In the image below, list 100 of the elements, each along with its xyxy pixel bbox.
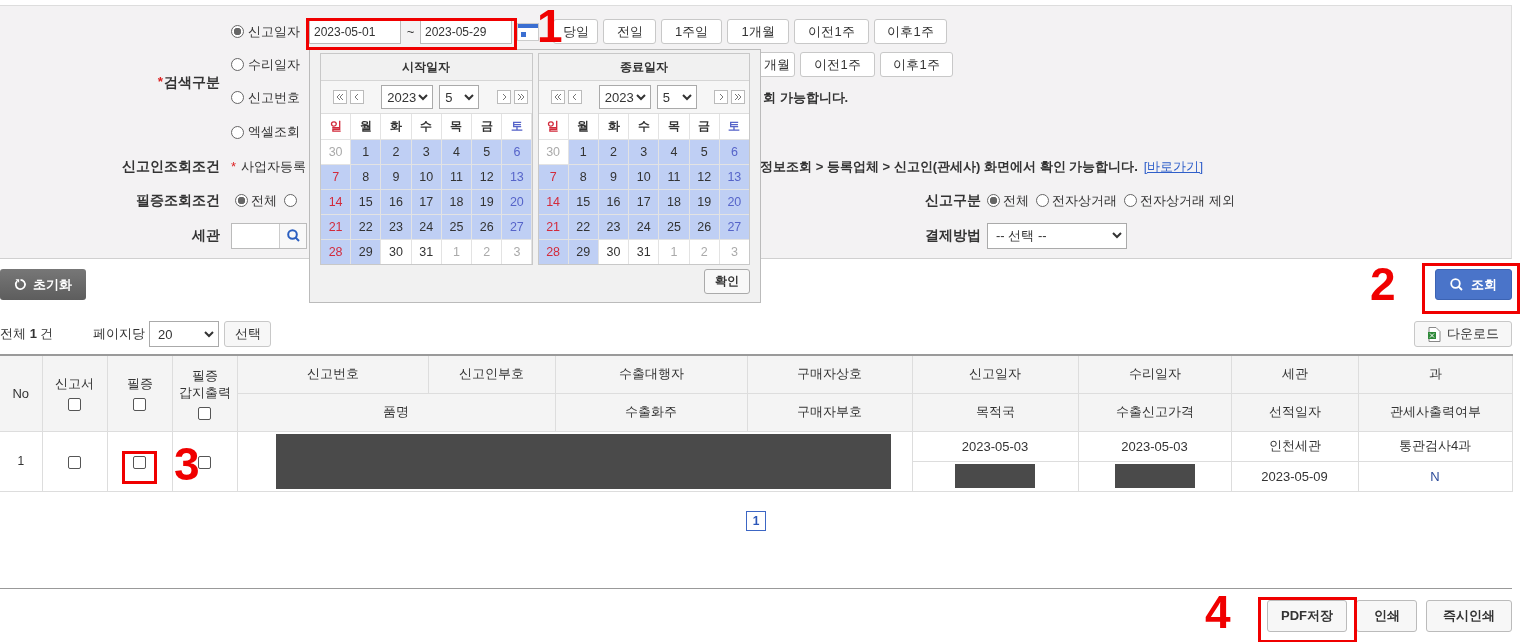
- calendar-day[interactable]: 19: [689, 190, 719, 214]
- weekday-label: 화: [381, 114, 411, 139]
- calendar-day[interactable]: 9: [598, 165, 629, 189]
- calendar-day[interactable]: 3: [629, 140, 659, 164]
- radio-button[interactable]: [284, 194, 297, 207]
- action-button[interactable]: 인쇄: [1356, 599, 1417, 632]
- calendar-day[interactable]: 17: [411, 190, 441, 214]
- radio-button[interactable]: [1124, 194, 1137, 207]
- year-select[interactable]: 2023: [381, 85, 434, 109]
- table-cell: 2023-05-09: [1231, 461, 1358, 491]
- calendar-day[interactable]: 25: [659, 215, 689, 239]
- calendar-day[interactable]: 26: [472, 215, 502, 239]
- calendar-day[interactable]: 15: [568, 190, 598, 214]
- search-button[interactable]: [279, 223, 306, 248]
- calendar-day[interactable]: 19: [472, 190, 502, 214]
- calendar-day[interactable]: 11: [441, 165, 472, 189]
- shortcut-link[interactable]: [바로가기]: [1143, 157, 1204, 176]
- date-field[interactable]: 2023-05-29: [420, 19, 512, 44]
- calendar-day[interactable]: 30: [598, 240, 629, 264]
- radio-button[interactable]: [231, 58, 244, 71]
- calendar-day[interactable]: 24: [411, 215, 441, 239]
- column-header: 신고인부호: [428, 355, 555, 393]
- calendar-day[interactable]: 3: [411, 140, 441, 164]
- calendar-day[interactable]: 1: [351, 140, 381, 164]
- calendar-day[interactable]: 15: [351, 190, 381, 214]
- calendar-day[interactable]: 12: [689, 165, 719, 189]
- calendar-day[interactable]: 16: [598, 190, 629, 214]
- calendar-day[interactable]: 10: [629, 165, 659, 189]
- calendar-day[interactable]: 31: [411, 240, 441, 264]
- checkbox[interactable]: [68, 398, 81, 412]
- column-header: 수출신고가격: [1078, 393, 1231, 431]
- month-select[interactable]: 5: [656, 85, 697, 109]
- period-button[interactable]: 이전1주: [794, 19, 869, 44]
- radio-label: 신고번호: [248, 88, 300, 107]
- calendar-day[interactable]: 23: [598, 215, 629, 239]
- period-button[interactable]: 1개월: [727, 19, 789, 44]
- checkbox[interactable]: [198, 406, 211, 420]
- checkbox[interactable]: [133, 455, 146, 469]
- calendar-day[interactable]: 26: [689, 215, 719, 239]
- search-button[interactable]: 조회: [1435, 269, 1512, 300]
- calendar-day[interactable]: 30: [381, 240, 411, 264]
- page-size-select[interactable]: 20: [149, 321, 219, 347]
- page-link[interactable]: 1: [746, 510, 766, 531]
- double-left-arrow-icon[interactable]: [333, 90, 347, 104]
- customs-field[interactable]: [231, 222, 307, 249]
- reset-button[interactable]: 초기화: [0, 269, 86, 300]
- calendar-day[interactable]: 9: [381, 165, 411, 189]
- calendar-day[interactable]: 6: [502, 140, 532, 164]
- calendar-day[interactable]: 5: [689, 140, 719, 164]
- checkbox[interactable]: [133, 398, 146, 412]
- period-button[interactable]: 이전1주: [800, 52, 875, 77]
- calendar-day[interactable]: 12: [472, 165, 502, 189]
- chevron-icon: [418, 93, 429, 101]
- download-button[interactable]: 다운로드: [1414, 321, 1512, 347]
- calendar-day[interactable]: 4: [441, 140, 472, 164]
- refresh-icon: [14, 278, 27, 291]
- calendar-day[interactable]: 18: [441, 190, 472, 214]
- calendar-day[interactable]: 23: [381, 215, 411, 239]
- calendar-day[interactable]: 24: [629, 215, 659, 239]
- radio-button[interactable]: [1036, 194, 1049, 207]
- weekday-label: 금: [472, 114, 502, 139]
- calendar-day[interactable]: 8: [351, 165, 381, 189]
- confirm-button[interactable]: 확인: [704, 269, 750, 294]
- apply-button[interactable]: 선택: [224, 321, 271, 347]
- calendar-day[interactable]: 4: [659, 140, 689, 164]
- radio-button[interactable]: [231, 125, 244, 139]
- date-field[interactable]: 2023-05-01: [309, 19, 401, 44]
- calendar-day[interactable]: 16: [381, 190, 411, 214]
- calendar-day[interactable]: 25: [441, 215, 472, 239]
- radio-button[interactable]: [987, 194, 1000, 207]
- calendar-day[interactable]: 18: [659, 190, 689, 214]
- calendar-day[interactable]: 17: [629, 190, 659, 214]
- calendar-day[interactable]: 29: [351, 240, 381, 264]
- checkbox[interactable]: [68, 455, 81, 469]
- radio-button[interactable]: [231, 25, 244, 38]
- month-select[interactable]: 5: [439, 85, 480, 109]
- calendar-day[interactable]: 5: [472, 140, 502, 164]
- period-button[interactable]: 이후1주: [874, 19, 947, 44]
- checkbox[interactable]: [198, 455, 211, 469]
- calendar-icon[interactable]: [517, 22, 539, 41]
- double-right-arrow-icon[interactable]: [731, 90, 745, 104]
- period-button[interactable]: 전일: [603, 19, 656, 44]
- year-select[interactable]: 2023: [598, 85, 651, 109]
- action-button[interactable]: 즉시인쇄: [1426, 599, 1512, 632]
- radio-button[interactable]: [231, 91, 244, 104]
- calendar-day[interactable]: 22: [568, 215, 598, 239]
- calendar-day[interactable]: 1: [568, 140, 598, 164]
- period-button[interactable]: 이후1주: [880, 52, 953, 77]
- action-button[interactable]: PDF저장: [1267, 599, 1347, 632]
- calendar-day[interactable]: 22: [351, 215, 381, 239]
- radio-button[interactable]: [235, 194, 248, 207]
- calendar-day[interactable]: 31: [629, 240, 659, 264]
- calendar-day[interactable]: 11: [659, 165, 689, 189]
- calendar-day[interactable]: 10: [411, 165, 441, 189]
- calendar-day[interactable]: 2: [598, 140, 629, 164]
- calendar-day[interactable]: 8: [568, 165, 598, 189]
- calendar-day[interactable]: 29: [568, 240, 598, 264]
- calendar-day[interactable]: 2: [381, 140, 411, 164]
- period-button[interactable]: 1주일: [661, 19, 722, 44]
- payment-select[interactable]: -- 선택 --: [987, 222, 1127, 249]
